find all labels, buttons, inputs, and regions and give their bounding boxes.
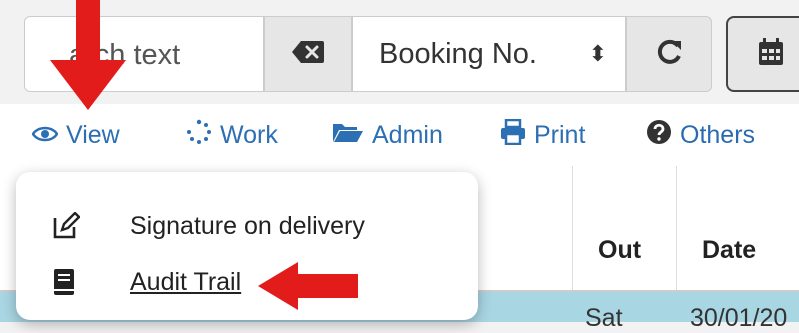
- question-circle-icon: [646, 119, 672, 152]
- toolbar-admin-label: Admin: [372, 120, 443, 149]
- toolbar-work-label: Work: [220, 120, 278, 149]
- menu-item-signature-on-delivery[interactable]: Signature on delivery: [16, 206, 478, 246]
- menu-item-audit-trail[interactable]: Audit Trail: [16, 262, 478, 302]
- toolbar-print-label: Print: [534, 120, 586, 149]
- menu-item-label: Audit Trail: [130, 267, 242, 296]
- annotation-arrow-left: [258, 262, 360, 315]
- edit-icon: [52, 211, 81, 247]
- refresh-icon: [654, 37, 684, 72]
- column-header-date[interactable]: Date: [702, 236, 756, 265]
- backspace-icon: [291, 40, 325, 69]
- refresh-button[interactable]: [626, 16, 712, 92]
- folder-open-icon: [332, 121, 364, 150]
- annotation-arrow-down: [50, 0, 126, 117]
- select-caret-icon: ⬍: [588, 41, 607, 66]
- column-header-out[interactable]: Out: [598, 236, 641, 265]
- print-icon: [500, 118, 526, 152]
- toolbar-others[interactable]: Others: [646, 104, 755, 166]
- spinner-icon: [186, 119, 212, 152]
- cell-day: Sat: [585, 304, 623, 332]
- calendar-icon: [758, 37, 784, 71]
- toolbar-work[interactable]: Work: [186, 104, 278, 166]
- calendar-button[interactable]: [726, 16, 799, 92]
- toolbar-view-label: View: [66, 120, 120, 149]
- cell-date: 30/01/20: [690, 304, 788, 332]
- book-icon: [52, 268, 76, 303]
- clear-search-button[interactable]: [264, 16, 352, 92]
- menu-item-label: Signature on delivery: [130, 211, 365, 240]
- eye-icon: [31, 121, 59, 150]
- toolbar-others-label: Others: [680, 120, 756, 149]
- search-field-value: Booking No.: [379, 38, 537, 70]
- toolbar-admin[interactable]: Admin: [332, 104, 443, 166]
- toolbar-print[interactable]: Print: [500, 104, 585, 166]
- search-field-select[interactable]: Booking No. ⬍: [352, 16, 626, 92]
